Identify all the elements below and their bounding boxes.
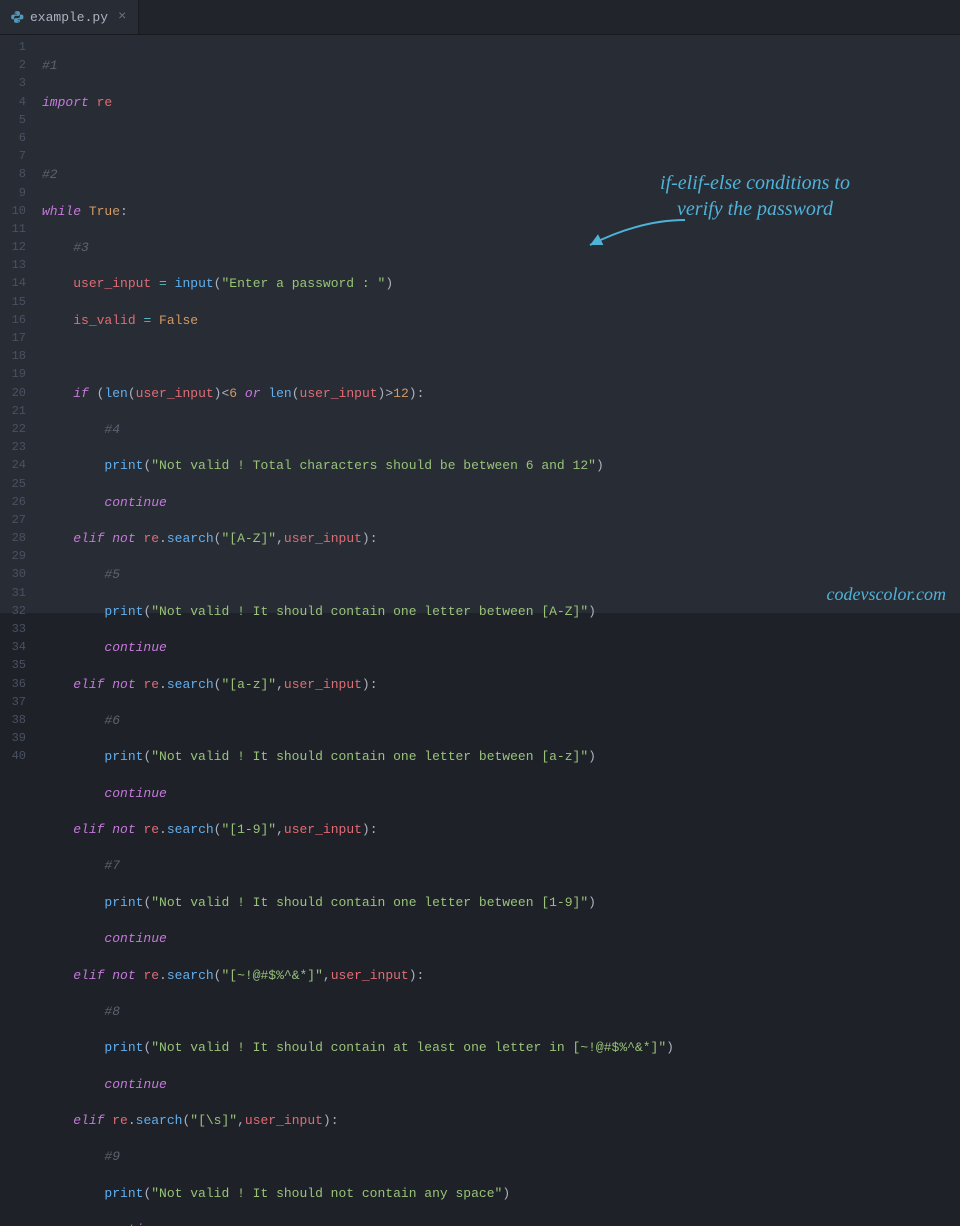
line-number: 17 <box>0 330 26 348</box>
python-icon <box>10 10 24 24</box>
line-number: 14 <box>0 275 26 293</box>
line-number-gutter: 1234567891011121314151617181920212223242… <box>0 35 42 613</box>
line-number: 23 <box>0 439 26 457</box>
watermark: codevscolor.com <box>827 584 946 605</box>
line-number: 26 <box>0 494 26 512</box>
line-number: 34 <box>0 639 26 657</box>
line-number: 11 <box>0 221 26 239</box>
line-number: 8 <box>0 166 26 184</box>
line-number: 30 <box>0 566 26 584</box>
line-number: 35 <box>0 657 26 675</box>
line-number: 25 <box>0 476 26 494</box>
file-tab[interactable]: example.py × <box>0 0 139 34</box>
line-number: 12 <box>0 239 26 257</box>
line-number: 4 <box>0 94 26 112</box>
line-number: 21 <box>0 403 26 421</box>
line-number: 28 <box>0 530 26 548</box>
line-number: 33 <box>0 621 26 639</box>
line-number: 36 <box>0 676 26 694</box>
close-icon[interactable]: × <box>116 9 128 25</box>
line-number: 18 <box>0 348 26 366</box>
tab-filename: example.py <box>30 10 108 25</box>
line-number: 37 <box>0 694 26 712</box>
line-number: 29 <box>0 548 26 566</box>
line-number: 1 <box>0 39 26 57</box>
line-number: 3 <box>0 75 26 93</box>
editor: 1234567891011121314151617181920212223242… <box>0 35 960 613</box>
line-number: 32 <box>0 603 26 621</box>
annotation-arrow-icon <box>580 215 690 255</box>
tab-bar: example.py × <box>0 0 960 35</box>
line-number: 31 <box>0 585 26 603</box>
line-number: 5 <box>0 112 26 130</box>
line-number: 13 <box>0 257 26 275</box>
line-number: 40 <box>0 748 26 766</box>
line-number: 6 <box>0 130 26 148</box>
line-number: 24 <box>0 457 26 475</box>
line-number: 10 <box>0 203 26 221</box>
line-number: 7 <box>0 148 26 166</box>
line-number: 27 <box>0 512 26 530</box>
code-area[interactable]: #1 import re #2 while True: #3 user_inpu… <box>42 35 960 613</box>
line-number: 20 <box>0 385 26 403</box>
line-number: 19 <box>0 366 26 384</box>
line-number: 38 <box>0 712 26 730</box>
line-number: 16 <box>0 312 26 330</box>
line-number: 2 <box>0 57 26 75</box>
line-number: 22 <box>0 421 26 439</box>
line-number: 15 <box>0 294 26 312</box>
line-number: 39 <box>0 730 26 748</box>
line-number: 9 <box>0 185 26 203</box>
